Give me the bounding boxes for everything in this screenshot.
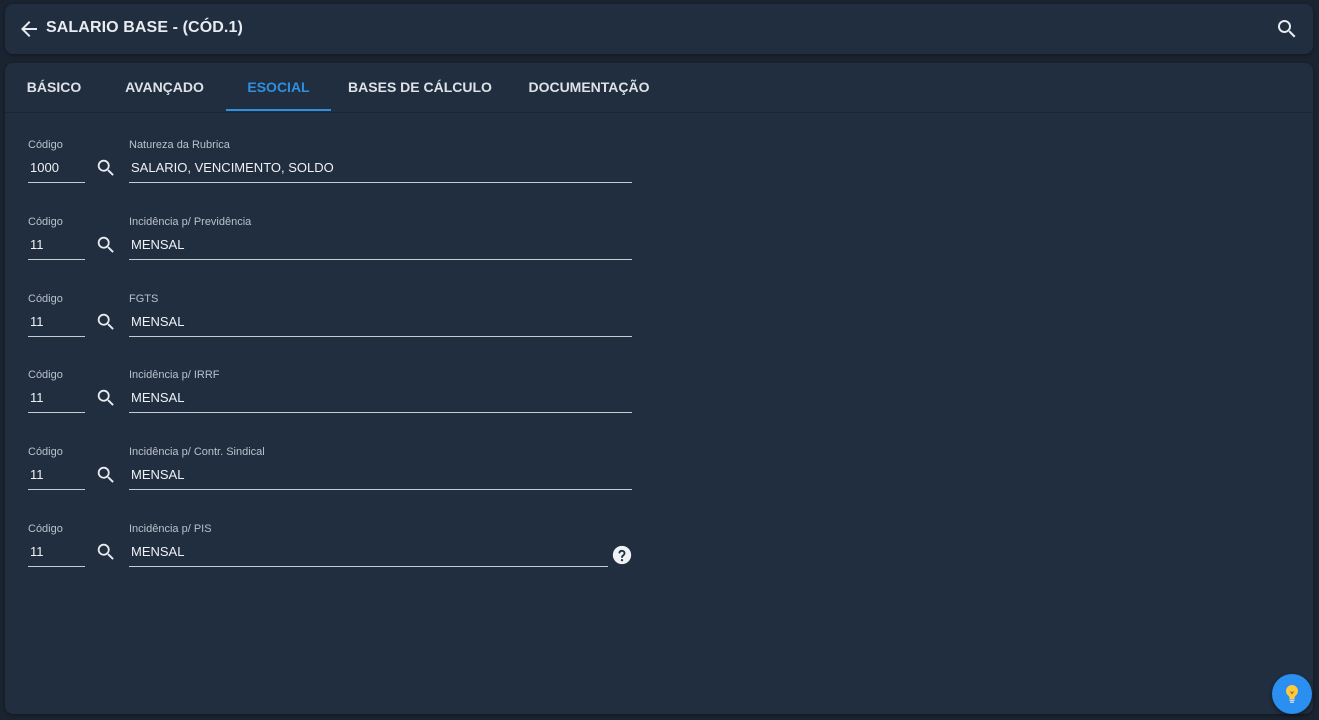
code-underline <box>28 489 85 490</box>
search-icon[interactable] <box>95 311 117 333</box>
desc-label: Incidência p/ Previdência <box>129 216 252 228</box>
search-icon[interactable] <box>95 464 117 486</box>
field-row-natureza: Código 1000 Natureza da Rubrica SALARIO,… <box>5 139 1313 199</box>
tab-documentacao[interactable]: DOCUMENTAÇÃO <box>509 63 669 111</box>
desc-input[interactable]: MENSAL <box>131 467 184 482</box>
active-tab-indicator <box>226 109 331 111</box>
desc-underline <box>129 412 632 413</box>
page-title: SALARIO BASE - (CÓD.1) <box>46 19 243 36</box>
code-input[interactable]: 1000 <box>30 160 59 175</box>
desc-input[interactable]: MENSAL <box>131 544 184 559</box>
desc-underline <box>129 489 632 490</box>
code-label: Código <box>28 293 63 305</box>
code-input[interactable]: 11 <box>30 390 44 405</box>
code-underline <box>28 182 85 183</box>
code-label: Código <box>28 216 63 228</box>
code-label: Código <box>28 446 63 458</box>
code-underline <box>28 259 85 260</box>
field-row-pis: Código 11 Incidência p/ PIS MENSAL <box>5 523 1313 583</box>
tab-basico[interactable]: BÁSICO <box>5 63 103 111</box>
field-row-previdencia: Código 11 Incidência p/ Previdência MENS… <box>5 216 1313 276</box>
form-panel: BÁSICO AVANÇADO ESOCIAL BASES DE CÁLCULO… <box>5 63 1313 714</box>
search-icon[interactable] <box>95 541 117 563</box>
lightbulb-icon <box>1286 685 1298 703</box>
code-label: Código <box>28 369 63 381</box>
desc-label: FGTS <box>129 293 159 305</box>
search-icon[interactable] <box>1275 17 1299 41</box>
search-icon[interactable] <box>95 234 117 256</box>
code-underline <box>28 412 85 413</box>
desc-label: Incidência p/ PIS <box>129 523 212 535</box>
code-underline <box>28 566 85 567</box>
lightbulb-button[interactable] <box>1272 674 1312 714</box>
question-circle-icon[interactable] <box>611 544 633 566</box>
code-underline <box>28 336 85 337</box>
desc-label: Natureza da Rubrica <box>129 139 230 151</box>
code-input[interactable]: 11 <box>30 544 44 559</box>
desc-underline <box>129 566 608 567</box>
field-row-fgts: Código 11 FGTS MENSAL <box>5 293 1313 353</box>
desc-input[interactable]: MENSAL <box>131 237 184 252</box>
code-label: Código <box>28 523 63 535</box>
desc-underline <box>129 182 632 183</box>
desc-underline <box>129 336 632 337</box>
tab-bar: BÁSICO AVANÇADO ESOCIAL BASES DE CÁLCULO… <box>5 63 1313 113</box>
desc-input[interactable]: MENSAL <box>131 314 184 329</box>
arrow-left-icon[interactable] <box>17 17 41 41</box>
code-label: Código <box>28 139 63 151</box>
desc-input[interactable]: MENSAL <box>131 390 184 405</box>
field-row-irrf: Código 11 Incidência p/ IRRF MENSAL <box>5 369 1313 429</box>
desc-input[interactable]: SALARIO, VENCIMENTO, SOLDO <box>131 160 334 175</box>
app-bar: SALARIO BASE - (CÓD.1) <box>5 4 1313 54</box>
code-input[interactable]: 11 <box>30 237 44 252</box>
desc-label: Incidência p/ Contr. Sindical <box>129 446 265 458</box>
tab-esocial[interactable]: ESOCIAL <box>226 63 331 111</box>
tab-avancado[interactable]: AVANÇADO <box>103 63 226 111</box>
desc-label: Incidência p/ IRRF <box>129 369 220 381</box>
code-input[interactable]: 11 <box>30 314 44 329</box>
code-input[interactable]: 11 <box>30 467 44 482</box>
search-icon[interactable] <box>95 157 117 179</box>
field-row-sindical: Código 11 Incidência p/ Contr. Sindical … <box>5 446 1313 506</box>
desc-underline <box>129 259 632 260</box>
search-icon[interactable] <box>95 387 117 409</box>
tab-bases-de-calculo[interactable]: BASES DE CÁLCULO <box>331 63 509 111</box>
